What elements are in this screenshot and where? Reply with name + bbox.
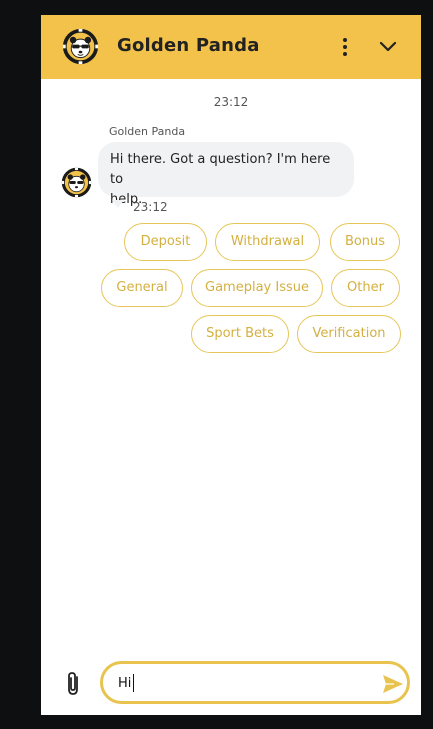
quick-reply-deposit[interactable]: Deposit bbox=[124, 223, 207, 261]
chat-widget: Golden Panda 23:12 Golden Panda Hi there… bbox=[41, 15, 421, 715]
chevron-down-icon[interactable] bbox=[378, 37, 398, 57]
message-tail bbox=[112, 200, 124, 208]
agent-avatar-icon bbox=[61, 167, 92, 198]
message-input[interactable] bbox=[118, 673, 358, 693]
paperclip-icon[interactable] bbox=[61, 671, 85, 697]
chat-header: Golden Panda bbox=[41, 15, 421, 79]
send-icon[interactable] bbox=[381, 672, 405, 696]
agent-message-bubble: Hi there. Got a question? I'm here to he… bbox=[98, 142, 354, 207]
more-vertical-icon[interactable] bbox=[337, 35, 353, 59]
quick-reply-gameplay-issue[interactable]: Gameplay Issue bbox=[191, 269, 323, 307]
golden-panda-logo-icon bbox=[62, 28, 99, 65]
message-composer bbox=[100, 661, 410, 704]
quick-reply-general[interactable]: General bbox=[101, 269, 183, 307]
conversation-timestamp: 23:12 bbox=[213, 95, 249, 109]
message-text-line-1: Hi there. Got a question? I'm here to bbox=[110, 152, 331, 187]
sender-name: Golden Panda bbox=[109, 125, 186, 138]
quick-reply-sport-bets[interactable]: Sport Bets bbox=[191, 315, 289, 353]
quick-reply-other[interactable]: Other bbox=[331, 269, 400, 307]
text-caret bbox=[133, 674, 134, 692]
chat-title: Golden Panda bbox=[117, 35, 260, 56]
quick-reply-verification[interactable]: Verification bbox=[297, 315, 401, 353]
message-timestamp: 23:12 bbox=[133, 200, 168, 214]
quick-reply-bonus[interactable]: Bonus bbox=[330, 223, 400, 261]
quick-reply-withdrawal[interactable]: Withdrawal bbox=[215, 223, 320, 261]
